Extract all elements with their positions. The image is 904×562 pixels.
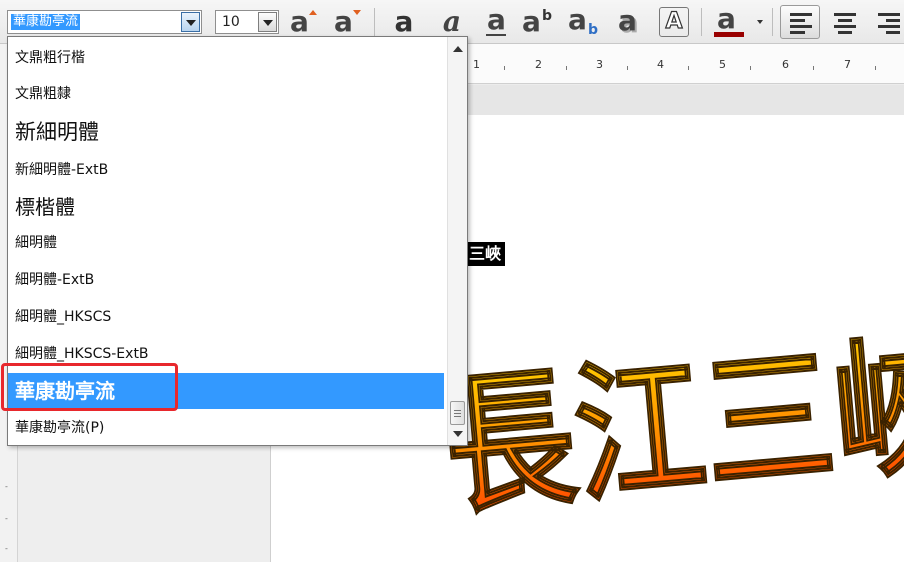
shrink-font-icon: a [331,6,365,38]
outline-icon: A [659,7,689,37]
bold-icon: a [394,5,414,38]
subscript-icon: a b [568,3,599,39]
font-list-item[interactable]: 細明體_HKSCS [8,302,444,332]
ruler-tick: - [5,544,8,553]
font-list-item[interactable]: 新細明體 [8,114,444,150]
grip-icon [454,413,461,414]
grip-icon [454,410,461,411]
shadow-icon: a a [618,4,639,39]
ruler-number: 5 [719,58,726,71]
wordart-text: 長江三峽 [438,317,904,536]
font-list-scrollbar[interactable] [447,37,467,445]
shrink-font-button[interactable]: a [331,6,365,38]
font-color-button[interactable]: a [711,5,747,38]
align-right-button[interactable] [868,5,904,39]
font-name-value[interactable]: 華康勘亭流 [11,14,81,30]
ruler-number: 3 [596,58,603,71]
font-color-dropdown-button[interactable] [754,6,766,38]
outline-button[interactable]: A [657,6,691,38]
chevron-down-icon [186,20,196,26]
font-list-item[interactable]: 新細明體-ExtB [8,155,444,185]
grow-font-icon: a [287,6,321,38]
ruler-tick [627,66,628,70]
font-list-item-selected[interactable]: 華康勘亭流 [8,373,444,409]
font-list-item[interactable]: 華康勘亭流(P) [8,413,444,443]
scroll-up-arrow-icon[interactable] [453,46,463,52]
font-name-list[interactable]: 文鼎粗行楷 文鼎粗隸 新細明體 新細明體-ExtB 標楷體 細明體 細明體-Ex… [7,36,468,446]
font-list-item[interactable]: 文鼎粗行楷 [8,43,444,73]
ruler-number: 7 [844,58,851,71]
ruler-number: 6 [782,58,789,71]
bold-button[interactable]: a [388,6,420,38]
scroll-down-arrow-icon[interactable] [453,431,463,437]
shadow-button[interactable]: a a [612,6,644,38]
superscript-button[interactable]: a b [520,6,556,38]
font-list-item[interactable]: 文鼎粗隸 [8,79,444,109]
ruler-number: 1 [473,58,480,71]
grow-font-button[interactable]: a [287,6,321,38]
grip-icon [454,416,461,417]
font-list-item[interactable]: 細明體 [8,228,444,258]
subscript-button[interactable]: a b [566,3,602,39]
ruler-tick: - [5,514,8,523]
ruler-tick [566,66,567,70]
wordart-object[interactable]: 長江三峽 [405,232,904,562]
ruler-tick [813,66,814,70]
ruler-tick [875,66,876,70]
font-list-item[interactable]: 細明體-ExtB [8,265,444,295]
italic-button[interactable]: a [436,6,468,38]
ruler-number: 2 [535,58,542,71]
font-name-combobox[interactable]: 華康勘亭流 [7,10,202,34]
font-size-value[interactable]: 10 [222,14,240,30]
superscript-icon: a b [522,5,553,38]
font-color-icon: a [711,5,747,38]
chevron-down-icon [263,20,273,26]
ruler-tick: - [5,482,8,491]
font-size-combobox[interactable]: 10 [215,10,279,34]
underline-icon: a [486,3,506,36]
font-name-dropdown-button[interactable] [181,12,200,32]
selected-text[interactable]: 三峽 [467,242,506,266]
toolbar-separator [772,8,773,36]
toolbar-separator [374,8,375,36]
font-size-dropdown-button[interactable] [258,12,277,32]
chevron-down-icon [757,20,763,24]
toolbar-separator [701,8,702,36]
font-list-item[interactable]: 標楷體 [8,189,444,225]
ruler-tick [504,66,505,70]
underline-button[interactable]: a [480,6,512,38]
font-list-item[interactable]: 細明體_HKSCS-ExtB [8,339,444,369]
ruler-tick [750,66,751,70]
align-center-button[interactable] [824,5,864,39]
scrollbar-thumb[interactable] [450,401,465,425]
ruler-tick [688,66,689,70]
ruler-number: 4 [657,58,664,71]
italic-icon: a [442,5,462,38]
align-left-button[interactable] [780,5,820,39]
